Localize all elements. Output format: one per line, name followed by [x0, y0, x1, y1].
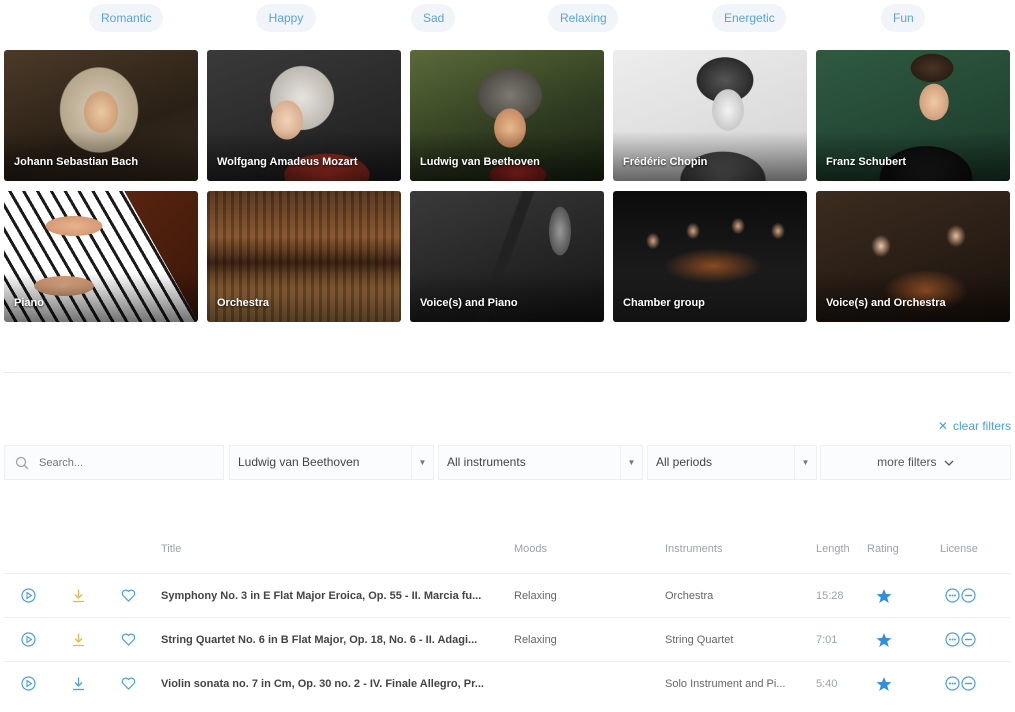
section-divider — [4, 372, 1011, 373]
cc-icon — [945, 632, 960, 647]
track-instruments: Orchestra — [665, 590, 714, 602]
chevron-down-icon — [944, 460, 954, 466]
ensemble-tile-piano[interactable]: Piano — [4, 191, 198, 322]
track-length: 7:01 — [816, 634, 838, 646]
star-icon[interactable] — [876, 588, 892, 604]
mood-romantic[interactable]: Romantic — [89, 4, 163, 32]
composer-tile-bach[interactable]: Johann Sebastian Bach — [4, 50, 198, 181]
track-title[interactable]: String Quartet No. 6 in B Flat Major, Op… — [161, 618, 503, 662]
clear-filters-link[interactable]: ✕ clear filters — [938, 419, 1011, 433]
search-icon — [15, 456, 29, 470]
mood-relaxing[interactable]: Relaxing — [548, 4, 618, 32]
download-icon[interactable] — [71, 588, 86, 603]
ensemble-tile-voice-piano[interactable]: Voice(s) and Piano — [410, 191, 604, 322]
header-rating[interactable]: Rating — [867, 543, 899, 555]
cc-icon — [961, 676, 976, 691]
license-badge[interactable] — [945, 588, 976, 603]
license-badge[interactable] — [945, 676, 976, 691]
tile-label: Johann Sebastian Bach — [14, 156, 139, 168]
header-title[interactable]: Title — [161, 543, 181, 555]
track-length: 5:40 — [816, 678, 838, 690]
header-moods[interactable]: Moods — [514, 543, 547, 555]
composer-tile-beethoven[interactable]: Ludwig van Beethoven — [410, 50, 604, 181]
instruments-select[interactable]: All instruments ▼ — [438, 445, 643, 480]
tile-label: Orchestra — [217, 297, 269, 309]
composer-tile-chopin[interactable]: Frédéric Chopin — [613, 50, 807, 181]
cc-icon — [945, 588, 960, 603]
composer-select[interactable]: Ludwig van Beethoven ▼ — [229, 445, 434, 480]
star-icon[interactable] — [876, 676, 892, 692]
cc-icon — [961, 632, 976, 647]
close-icon: ✕ — [937, 419, 948, 433]
tile-label: Chamber group — [623, 297, 705, 309]
search-input[interactable] — [39, 446, 219, 479]
track-instruments: String Quartet — [665, 634, 734, 646]
chevron-down-icon: ▼ — [620, 446, 642, 479]
composer-tile-schubert[interactable]: Franz Schubert — [816, 50, 1010, 181]
ensemble-tile-chamber[interactable]: Chamber group — [613, 191, 807, 322]
mood-energetic[interactable]: Energetic — [712, 4, 786, 32]
track-instruments: Solo Instrument and Pi... — [665, 678, 786, 690]
track-title[interactable]: Violin sonata no. 7 in Cm, Op. 30 no. 2 … — [161, 662, 503, 706]
cc-icon — [961, 588, 976, 603]
tile-label: Voice(s) and Piano — [420, 297, 518, 309]
periods-select[interactable]: All periods ▼ — [647, 445, 817, 480]
heart-icon[interactable] — [121, 632, 136, 647]
more-filters-button[interactable]: more filters — [820, 445, 1011, 480]
track-mood: Relaxing — [514, 634, 557, 646]
tile-label: Frédéric Chopin — [623, 156, 708, 168]
header-license[interactable]: License — [940, 543, 978, 555]
track-mood: Relaxing — [514, 590, 557, 602]
composer-tile-mozart[interactable]: Wolfgang Amadeus Mozart — [207, 50, 401, 181]
download-icon[interactable] — [71, 632, 86, 647]
track-title[interactable]: Symphony No. 3 in E Flat Major Eroica, O… — [161, 574, 503, 618]
heart-icon[interactable] — [121, 676, 136, 691]
tile-label: Piano — [14, 297, 44, 309]
table-row[interactable]: Violin sonata no. 7 in Cm, Op. 30 no. 2 … — [4, 661, 1011, 705]
search-box — [4, 445, 224, 480]
table-header: Title Moods Instruments Length Rating Li… — [0, 541, 1015, 559]
mood-sad[interactable]: Sad — [411, 4, 455, 32]
mood-filter-bar: Romantic Happy Sad Relaxing Energetic Fu… — [0, 4, 1015, 34]
ensemble-tile-voice-orchestra[interactable]: Voice(s) and Orchestra — [816, 191, 1010, 322]
chevron-down-icon: ▼ — [411, 446, 433, 479]
license-badge[interactable] — [945, 632, 976, 647]
mood-happy[interactable]: Happy — [256, 4, 316, 32]
mood-fun[interactable]: Fun — [881, 4, 925, 32]
table-row[interactable]: Symphony No. 3 in E Flat Major Eroica, O… — [4, 573, 1011, 617]
table-row[interactable]: String Quartet No. 6 in B Flat Major, Op… — [4, 617, 1011, 661]
star-icon[interactable] — [876, 632, 892, 648]
tile-label: Ludwig van Beethoven — [420, 156, 540, 168]
header-instruments[interactable]: Instruments — [665, 543, 722, 555]
play-icon[interactable] — [21, 676, 36, 691]
tile-label: Voice(s) and Orchestra — [826, 297, 946, 309]
track-length: 15:28 — [816, 590, 844, 602]
play-icon[interactable] — [21, 588, 36, 603]
header-length[interactable]: Length — [816, 543, 850, 555]
chevron-down-icon: ▼ — [794, 446, 816, 479]
play-icon[interactable] — [21, 632, 36, 647]
tile-label: Wolfgang Amadeus Mozart — [217, 156, 358, 168]
download-icon[interactable] — [71, 676, 86, 691]
ensemble-tile-orchestra[interactable]: Orchestra — [207, 191, 401, 322]
heart-icon[interactable] — [121, 588, 136, 603]
tile-label: Franz Schubert — [826, 156, 907, 168]
cc-icon — [945, 676, 960, 691]
